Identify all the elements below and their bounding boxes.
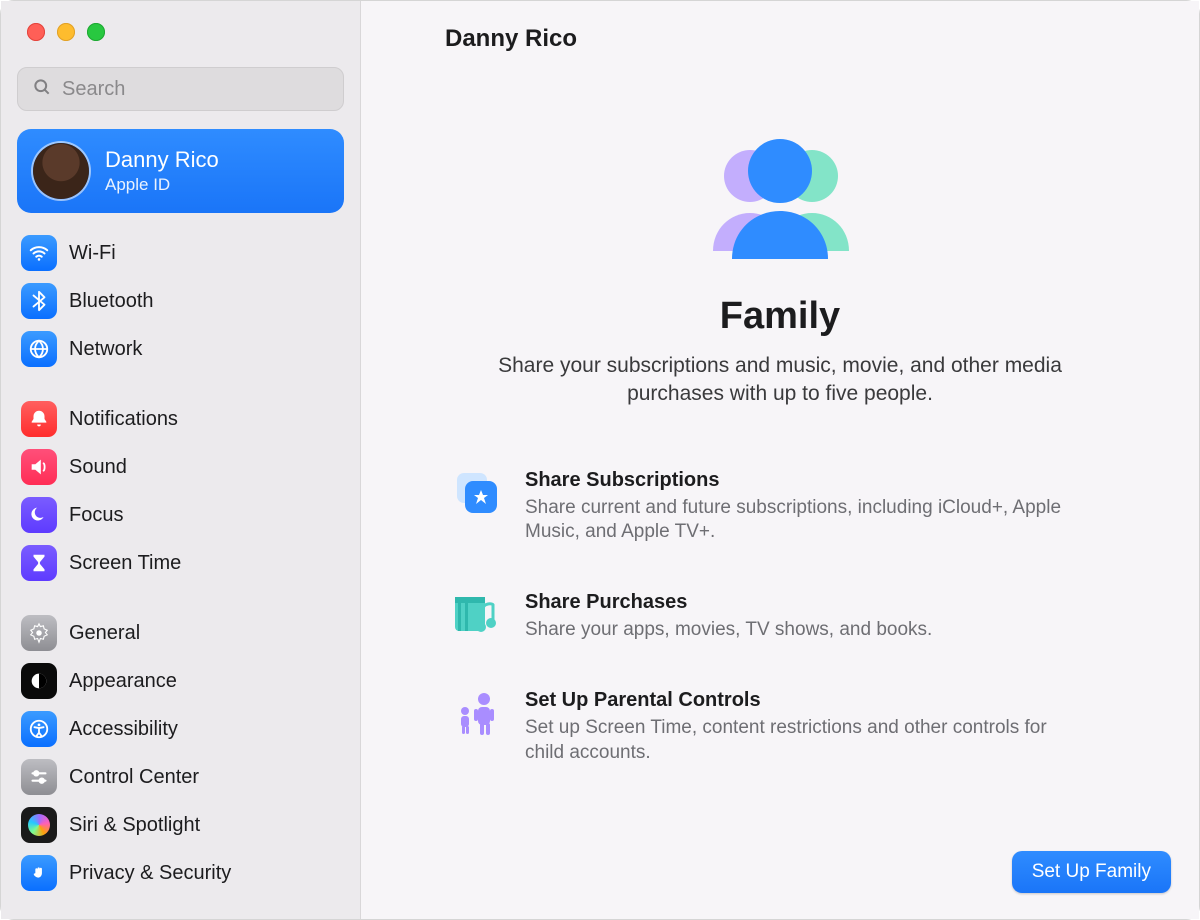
feature-parental-controls: Set Up Parental Controls Set up Screen T… — [451, 689, 1109, 765]
purchases-icon — [451, 591, 503, 643]
sidebar-item-label: Focus — [69, 504, 123, 527]
sidebar-item-label: Siri & Spotlight — [69, 814, 200, 837]
sidebar-item-notifications[interactable]: Notifications — [11, 395, 350, 443]
feature-title: Share Subscriptions — [525, 469, 1085, 492]
sidebar-item-label: Appearance — [69, 670, 177, 693]
sidebar-item-general[interactable]: General — [11, 609, 350, 657]
sidebar-item-sound[interactable]: Sound — [11, 443, 350, 491]
notifications-icon — [21, 401, 57, 437]
feature-title: Set Up Parental Controls — [525, 689, 1085, 712]
sidebar: Danny Rico Apple ID Wi-Fi Bluetooth — [1, 1, 361, 919]
sidebar-item-label: Control Center — [69, 766, 199, 789]
screen-time-icon — [21, 545, 57, 581]
account-name: Danny Rico — [105, 147, 219, 173]
page-title: Danny Rico — [445, 25, 1199, 53]
general-icon — [21, 615, 57, 651]
feature-share-subscriptions: Share Subscriptions Share current and fu… — [451, 469, 1109, 545]
sidebar-item-control-center[interactable]: Control Center — [11, 753, 350, 801]
feature-title: Share Purchases — [525, 591, 932, 614]
sidebar-item-privacy-security[interactable]: Privacy & Security — [11, 849, 350, 897]
hero-description: Share your subscriptions and music, movi… — [460, 352, 1100, 409]
sidebar-item-label: Sound — [69, 456, 127, 479]
control-center-icon — [21, 759, 57, 795]
minimize-window-button[interactable] — [57, 23, 75, 41]
sidebar-item-label: Network — [69, 338, 142, 361]
sidebar-item-label: Notifications — [69, 408, 178, 431]
set-up-family-button[interactable]: Set Up Family — [1012, 851, 1171, 893]
search-input[interactable] — [62, 78, 329, 101]
sidebar-item-network[interactable]: Network — [11, 325, 350, 373]
account-sublabel: Apple ID — [105, 175, 219, 195]
sidebar-item-label: Screen Time — [69, 552, 181, 575]
window-controls — [1, 1, 360, 61]
search-icon — [32, 77, 52, 102]
sidebar-item-apple-id[interactable]: Danny Rico Apple ID — [17, 129, 344, 213]
bluetooth-icon — [21, 283, 57, 319]
sidebar-item-label: Bluetooth — [69, 290, 154, 313]
subscriptions-icon — [451, 469, 503, 521]
sidebar-item-focus[interactable]: Focus — [11, 491, 350, 539]
feature-description: Share your apps, movies, TV shows, and b… — [525, 618, 932, 643]
close-window-button[interactable] — [27, 23, 45, 41]
avatar — [33, 143, 89, 199]
focus-icon — [21, 497, 57, 533]
feature-description: Set up Screen Time, content restrictions… — [525, 716, 1085, 765]
sidebar-item-label: Accessibility — [69, 718, 178, 741]
privacy-icon — [21, 855, 57, 891]
network-icon — [21, 331, 57, 367]
sidebar-item-label: Privacy & Security — [69, 862, 231, 885]
sound-icon — [21, 449, 57, 485]
sidebar-item-screen-time[interactable]: Screen Time — [11, 539, 350, 587]
sidebar-item-siri-spotlight[interactable]: Siri & Spotlight — [11, 801, 350, 849]
siri-icon — [21, 807, 57, 843]
sidebar-item-label: Wi-Fi — [69, 242, 116, 265]
sidebar-item-bluetooth[interactable]: Bluetooth — [11, 277, 350, 325]
sidebar-item-accessibility[interactable]: Accessibility — [11, 705, 350, 753]
parental-controls-icon — [451, 689, 503, 741]
family-hero-icon — [680, 131, 880, 271]
sidebar-item-wifi[interactable]: Wi-Fi — [11, 229, 350, 277]
wifi-icon — [21, 235, 57, 271]
zoom-window-button[interactable] — [87, 23, 105, 41]
appearance-icon — [21, 663, 57, 699]
feature-share-purchases: Share Purchases Share your apps, movies,… — [451, 591, 1109, 643]
feature-description: Share current and future subscriptions, … — [525, 496, 1085, 545]
sidebar-item-label: General — [69, 622, 140, 645]
content-pane: Danny Rico — [361, 1, 1199, 919]
accessibility-icon — [21, 711, 57, 747]
search-field[interactable] — [17, 67, 344, 111]
hero-title: Family — [451, 295, 1109, 338]
sidebar-item-appearance[interactable]: Appearance — [11, 657, 350, 705]
